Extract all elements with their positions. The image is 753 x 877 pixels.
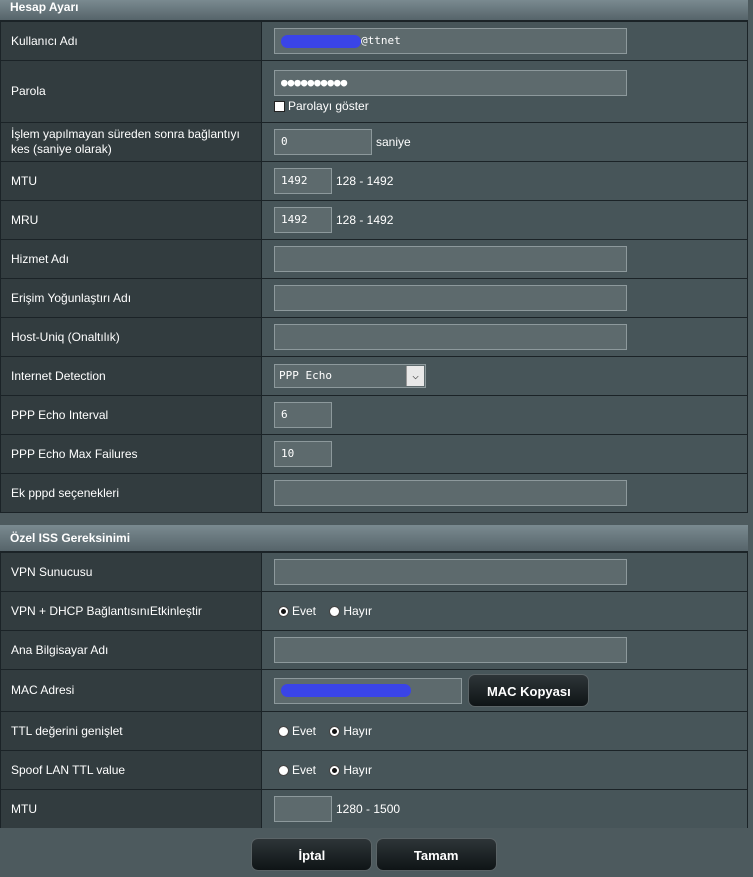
row-pppd-options: Ek pppd seçenekleri [0, 473, 748, 513]
field-label: İşlem yapılmayan süreden sonra bağlantıy… [0, 122, 262, 162]
section-title: Hesap Ayarı [0, 0, 748, 21]
row-spoof-ttl: Spoof LAN TTL value Evet Hayır [0, 750, 748, 790]
service-name-input[interactable] [274, 246, 627, 272]
ok-button[interactable]: Tamam [375, 838, 497, 871]
host-uniq-input[interactable] [274, 324, 627, 350]
field-label: MTU [0, 789, 262, 829]
password-input[interactable]: ●●●●●●●●●● [274, 70, 627, 96]
field-label: VPN Sunucusu [0, 552, 262, 592]
row-access-concentrator: Erişim Yoğunlaştırı Adı [0, 278, 748, 318]
redaction-mark [281, 684, 411, 697]
field-label: Spoof LAN TTL value [0, 750, 262, 790]
mac-address-input[interactable] [274, 677, 462, 704]
spoof-ttl-yes-radio[interactable] [278, 764, 289, 776]
field-label: TTL değerini genişlet [0, 711, 262, 751]
isp-requirements-section: Özel ISS Gereksinimi VPN Sunucusu VPN + … [0, 525, 748, 829]
field-label: Erişim Yoğunlaştırı Adı [0, 278, 262, 318]
field-label: Kullanıcı Adı [0, 21, 262, 61]
host-name-input[interactable] [274, 637, 627, 663]
row-password: Parola ●●●●●●●●●● Parolayı göster [0, 60, 748, 123]
row-echo-max-failures: PPP Echo Max Failures 10 [0, 434, 748, 474]
row-host-uniq: Host-Uniq (Onaltılık) [0, 317, 748, 357]
mru-input[interactable]: 1492 [274, 207, 332, 233]
field-label: Internet Detection [0, 356, 262, 396]
row-extend-ttl: TTL değerini genişlet Evet Hayır [0, 711, 748, 751]
field-label: PPP Echo Max Failures [0, 434, 262, 474]
row-mru: MRU 1492 128 - 1492 [0, 200, 748, 240]
chevron-down-icon[interactable]: ⌵ [406, 366, 424, 386]
row-host-name: Ana Bilgisayar Adı [0, 630, 748, 670]
field-label: MAC Adresi [0, 669, 262, 712]
extend-ttl-no-radio[interactable] [329, 725, 341, 737]
redaction-mark [281, 34, 361, 48]
row-vpn-dhcp: VPN + DHCP BağlantısınıEtkinleştir Evet … [0, 591, 748, 631]
field-label: VPN + DHCP BağlantısınıEtkinleştir [0, 591, 262, 631]
row-service-name: Hizmet Adı [0, 239, 748, 279]
idle-timeout-input[interactable]: 0 [274, 129, 372, 155]
access-concentrator-input[interactable] [274, 285, 627, 311]
pppd-options-input[interactable] [274, 480, 627, 506]
internet-detection-select[interactable]: PPP Echo ⌵ [274, 364, 426, 388]
range-hint: 1280 - 1500 [336, 802, 401, 816]
unit-label: saniye [376, 135, 411, 149]
row-vpn-server: VPN Sunucusu [0, 552, 748, 592]
extend-ttl-yes-radio[interactable] [278, 725, 289, 737]
mac-clone-button[interactable]: MAC Kopyası [468, 674, 590, 707]
show-password-checkbox[interactable] [274, 101, 285, 113]
field-label: Parola [0, 60, 262, 123]
field-label: Ek pppd seçenekleri [0, 473, 262, 513]
footer-actions: İptal Tamam [0, 828, 748, 877]
account-settings-section: Hesap Ayarı Kullanıcı Adı @ttnet Parola … [0, 0, 748, 513]
range-hint: 128 - 1492 [336, 213, 394, 227]
field-label: MTU [0, 161, 262, 201]
show-password-option[interactable]: Parolayı göster [274, 99, 747, 113]
echo-interval-input[interactable]: 6 [274, 402, 332, 428]
spoof-ttl-no-radio[interactable] [329, 764, 341, 776]
vpn-server-input[interactable] [274, 559, 627, 585]
username-input[interactable]: @ttnet [274, 28, 627, 54]
mtu-input-2[interactable] [274, 796, 332, 822]
field-label: PPP Echo Interval [0, 395, 262, 435]
field-label: MRU [0, 200, 262, 240]
row-mtu-2: MTU 1280 - 1500 [0, 789, 748, 829]
section-title: Özel ISS Gereksinimi [0, 525, 748, 552]
row-idle-timeout: İşlem yapılmayan süreden sonra bağlantıy… [0, 122, 748, 162]
field-label: Hizmet Adı [0, 239, 262, 279]
mtu-input[interactable]: 1492 [274, 168, 332, 194]
echo-max-failures-input[interactable]: 10 [274, 441, 332, 467]
row-internet-detection: Internet Detection PPP Echo ⌵ [0, 356, 748, 396]
row-mac-address: MAC Adresi MAC Kopyası [0, 669, 748, 712]
row-username: Kullanıcı Adı @ttnet [0, 21, 748, 61]
row-mtu: MTU 1492 128 - 1492 [0, 161, 748, 201]
vpn-dhcp-no-radio[interactable] [329, 605, 341, 617]
field-label: Host-Uniq (Onaltılık) [0, 317, 262, 357]
row-echo-interval: PPP Echo Interval 6 [0, 395, 748, 435]
range-hint: 128 - 1492 [336, 174, 394, 188]
cancel-button[interactable]: İptal [251, 838, 373, 871]
field-label: Ana Bilgisayar Adı [0, 630, 262, 670]
vpn-dhcp-yes-radio[interactable] [278, 605, 289, 617]
